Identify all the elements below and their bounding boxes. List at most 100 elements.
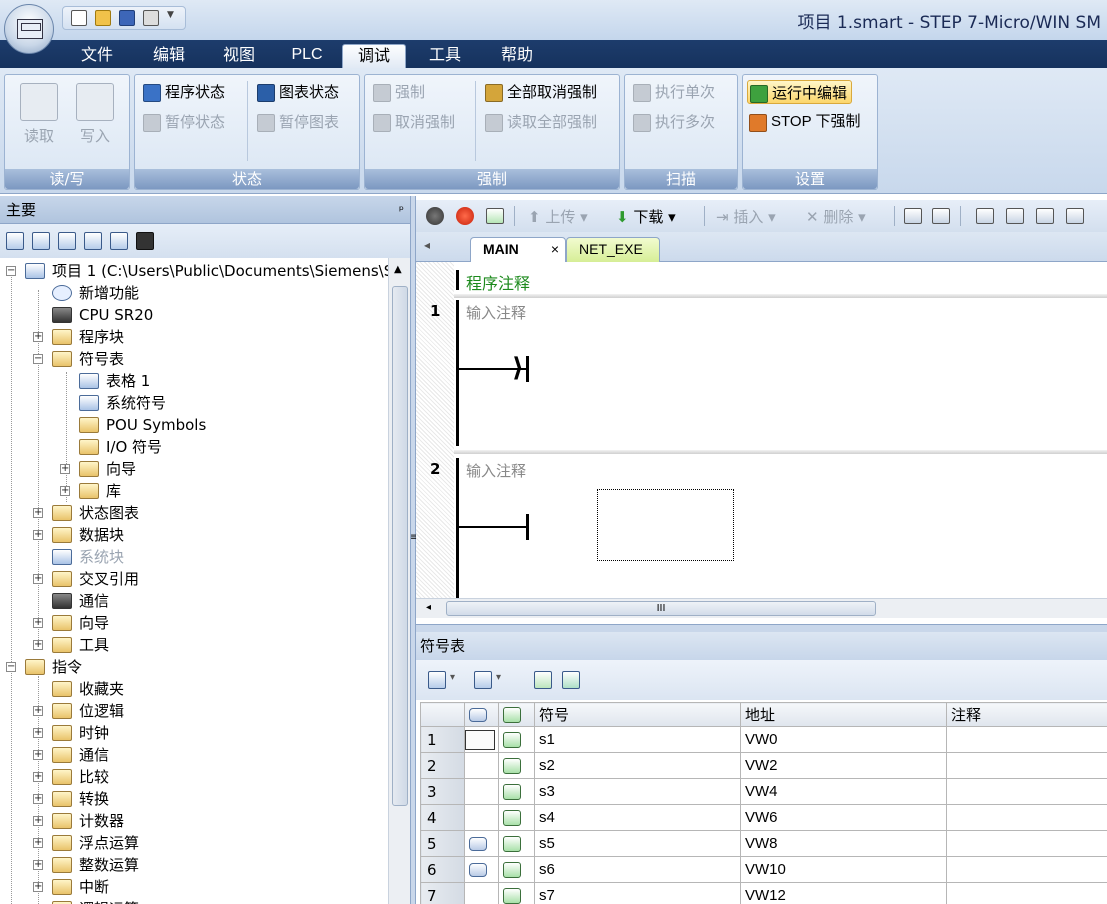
tab-plc[interactable]: PLC	[284, 44, 330, 68]
table-row[interactable]: 4 s4 VW6	[420, 804, 1107, 831]
global-cell[interactable]	[464, 726, 499, 753]
expand-icon[interactable]: +	[33, 816, 43, 826]
properties-icon[interactable]	[110, 232, 128, 250]
apply-icon[interactable]	[562, 671, 580, 689]
address-cell[interactable]: VW8	[740, 830, 947, 857]
tab-file[interactable]: 文件	[74, 44, 120, 68]
global-cell[interactable]	[464, 778, 499, 805]
expand-icon[interactable]: +	[33, 794, 43, 804]
run-edit-button[interactable]: 运行中编辑	[747, 80, 853, 104]
print-icon[interactable]	[143, 10, 159, 26]
open-icon[interactable]	[6, 232, 24, 250]
scroll-left-icon[interactable]: ◂	[426, 602, 431, 613]
force-button[interactable]: 强制	[371, 80, 425, 104]
tab-view[interactable]: 视图	[216, 44, 262, 68]
selection-cursor[interactable]	[597, 489, 734, 561]
collapse-icon[interactable]: −	[33, 354, 43, 364]
timer-icon[interactable]	[1066, 208, 1084, 224]
tab-net-exe[interactable]: NET_EXE	[566, 237, 660, 262]
comment-cell[interactable]	[946, 856, 1107, 883]
row-number[interactable]: 1	[420, 726, 465, 753]
address-cell[interactable]: VW4	[740, 778, 947, 805]
status-cell[interactable]	[498, 726, 535, 753]
insert-row-icon[interactable]	[428, 671, 446, 689]
column-header-comment[interactable]: 注释	[946, 702, 1107, 727]
contact-icon[interactable]	[976, 208, 994, 224]
panel-splitter[interactable]	[416, 624, 1107, 632]
close-tab-icon[interactable]: ×	[551, 238, 559, 261]
download-button[interactable]: ⬇ 下载 ▾	[616, 206, 676, 227]
read-all-forced-button[interactable]: 读取全部强制	[483, 110, 597, 134]
address-cell[interactable]: VW12	[740, 882, 947, 904]
expand-icon[interactable]: +	[33, 618, 43, 628]
status-off-icon[interactable]	[932, 208, 950, 224]
table-row[interactable]: 5 s5 VW8	[420, 830, 1107, 857]
open-folder-icon[interactable]	[95, 10, 111, 26]
global-cell[interactable]	[464, 752, 499, 779]
tab-main[interactable]: MAIN ×	[470, 237, 566, 262]
expand-icon[interactable]: +	[33, 882, 43, 892]
delete-row-icon[interactable]	[474, 671, 492, 689]
status-cell[interactable]	[498, 778, 535, 805]
address-cell[interactable]: VW0	[740, 726, 947, 753]
save-icon[interactable]	[119, 10, 135, 26]
write-button[interactable]: 写入	[71, 83, 119, 146]
comment-cell[interactable]	[946, 830, 1107, 857]
stop-force-button[interactable]: STOP 下强制	[747, 110, 860, 134]
row-number[interactable]: 4	[420, 804, 465, 831]
symbol-cell[interactable]: s7	[534, 882, 741, 904]
pin-icon[interactable]: ᵖ	[399, 196, 404, 224]
global-cell[interactable]	[464, 804, 499, 831]
row-number[interactable]: 6	[420, 856, 465, 883]
chart-icon[interactable]	[534, 671, 552, 689]
address-cell[interactable]: VW2	[740, 752, 947, 779]
program-comment[interactable]: 程序注释	[466, 270, 530, 294]
insert-button[interactable]: ⇥ 插入 ▾	[716, 206, 776, 227]
tab-edit[interactable]: 编辑	[146, 44, 192, 68]
pause-chart-button[interactable]: 暂停图表	[255, 110, 339, 134]
symbol-cell[interactable]: s6	[534, 856, 741, 883]
single-scan-button[interactable]: 执行单次	[631, 80, 715, 104]
expand-icon[interactable]: +	[33, 838, 43, 848]
expand-icon[interactable]: +	[33, 640, 43, 650]
expand-icon[interactable]: +	[33, 574, 43, 584]
symbol-cell[interactable]: s5	[534, 830, 741, 857]
network-comment[interactable]: 输入注释	[466, 302, 526, 323]
network-comment[interactable]: 输入注释	[466, 460, 526, 481]
dropdown-icon[interactable]: ▾	[496, 672, 501, 683]
address-cell[interactable]: VW10	[740, 856, 947, 883]
comment-cell[interactable]	[946, 804, 1107, 831]
column-header-symbol[interactable]: 符号	[534, 702, 741, 727]
comment-cell[interactable]	[946, 778, 1107, 805]
table-row[interactable]: 2 s2 VW2	[420, 752, 1107, 779]
global-cell[interactable]	[464, 830, 499, 857]
table-row[interactable]: 3 s3 VW4	[420, 778, 1107, 805]
comment-cell[interactable]	[946, 726, 1107, 753]
status-cell[interactable]	[498, 804, 535, 831]
collapse-icon[interactable]: −	[6, 266, 16, 276]
expand-icon[interactable]: +	[33, 728, 43, 738]
comment-cell[interactable]	[946, 882, 1107, 904]
unforce-all-button[interactable]: 全部取消强制	[483, 80, 597, 104]
box-icon[interactable]	[1036, 208, 1054, 224]
table-row[interactable]: 6 s6 VW10	[420, 856, 1107, 883]
row-number[interactable]: 2	[420, 752, 465, 779]
table-row[interactable]: 7 s7 VW12	[420, 882, 1107, 904]
global-cell[interactable]	[464, 856, 499, 883]
coil-icon[interactable]	[1006, 208, 1024, 224]
application-button[interactable]	[4, 4, 54, 54]
selected-cell[interactable]	[465, 729, 495, 750]
expand-icon[interactable]: +	[33, 508, 43, 518]
scroll-up-icon[interactable]: ▲	[394, 264, 402, 275]
status-cell[interactable]	[498, 856, 535, 883]
new-file-icon[interactable]	[71, 10, 87, 26]
expand-icon[interactable]: +	[33, 706, 43, 716]
column-header-address[interactable]: 地址	[740, 702, 947, 727]
expand-icon[interactable]: +	[60, 486, 70, 496]
delete-button[interactable]: ✕ 删除 ▾	[806, 206, 866, 227]
chart-status-button[interactable]: 图表状态	[255, 80, 339, 104]
tab-help[interactable]: 帮助	[494, 44, 540, 68]
tab-scroll-left-icon[interactable]: ◂	[424, 238, 430, 252]
program-status-button[interactable]: 程序状态	[141, 80, 225, 104]
expand-icon[interactable]: +	[33, 750, 43, 760]
